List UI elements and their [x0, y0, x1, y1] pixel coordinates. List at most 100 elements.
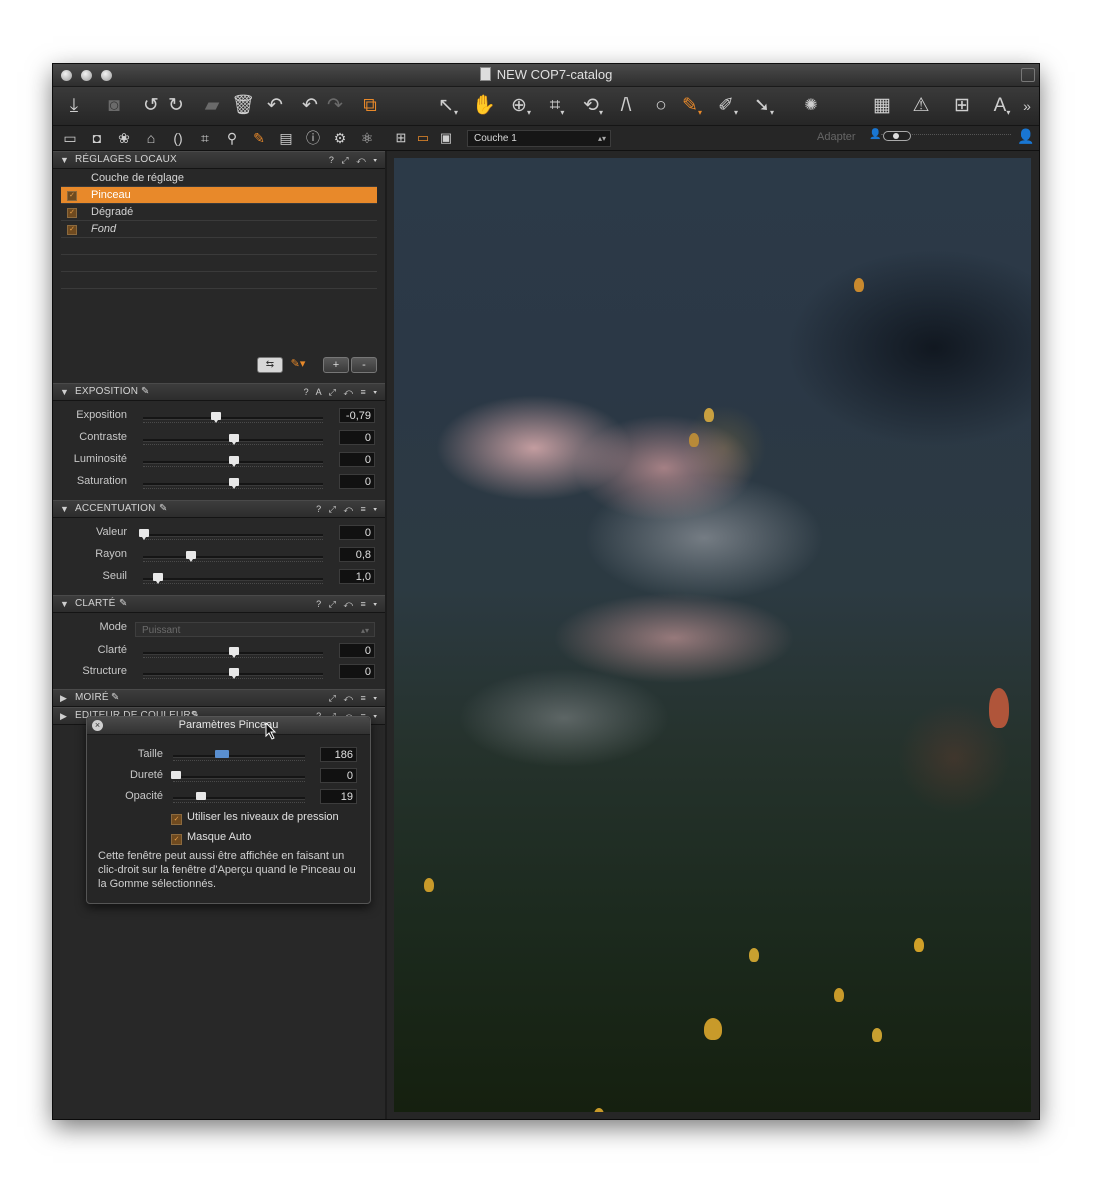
automask-checkbox-row[interactable]: ✓ Masque Auto [171, 830, 251, 845]
single-view-icon[interactable]: ▭ [415, 130, 431, 146]
value-field[interactable]: 0 [320, 768, 357, 783]
import-icon[interactable]: ⤓ [63, 95, 85, 117]
value-field[interactable]: 0 [339, 643, 375, 658]
proof-view-icon[interactable]: ▣ [438, 130, 454, 146]
adapter-label[interactable]: Adapter [817, 131, 856, 143]
slider-knob[interactable] [229, 456, 239, 467]
layer-row-degrade[interactable]: ✓ Dégradé [61, 204, 377, 221]
section-header-icons[interactable]: ⤢ ↶ ≡ ▾ [329, 690, 377, 706]
pan-hand-icon[interactable]: ✋▾ [471, 95, 497, 139]
value-field[interactable]: 19 [320, 789, 357, 804]
value-field[interactable]: 0,8 [339, 547, 375, 562]
crop-tab-icon[interactable]: ⌗ [196, 129, 214, 147]
brush-dropdown-icon[interactable]: ✎▾ [287, 357, 309, 371]
layer-select[interactable]: Couche 1 ▴▾ [467, 130, 611, 147]
variants-icon[interactable]: ⧉ [357, 95, 383, 117]
remove-layer-button[interactable]: - [351, 357, 377, 373]
checkbox[interactable]: ✓ [171, 834, 182, 845]
slider-track[interactable] [173, 797, 305, 800]
slider-knob[interactable] [214, 750, 229, 758]
picker-icon[interactable]: ➘▾ [751, 95, 777, 117]
add-layer-button[interactable]: + [323, 357, 349, 373]
multi-view-icon[interactable]: ⊞ [393, 130, 409, 146]
expand-triangle-icon[interactable]: ▶ [60, 708, 67, 724]
brush-icon[interactable]: ✎▾ [679, 95, 705, 117]
text-icon[interactable]: A▾ [991, 95, 1013, 117]
slider-track[interactable] [143, 417, 323, 420]
section-header-icons[interactable]: ? ⤢ ↶ ▾ [329, 152, 377, 168]
section-header-icons[interactable]: ? ⤢ ↶ ≡ ▾ [316, 596, 377, 612]
photo-preview[interactable] [394, 158, 1031, 1112]
layer-row-pinceau[interactable]: ✓ Pinceau [61, 187, 377, 204]
details-tab-icon[interactable]: ⚲ [223, 129, 241, 147]
checkbox[interactable]: ✓ [171, 814, 182, 825]
slider-knob[interactable] [229, 478, 239, 489]
moire-header[interactable]: ▶ MOIRÉ ✎ ⤢ ↶ ≡ ▾ [53, 689, 385, 707]
grid-overlay-icon[interactable]: ⊞ [951, 95, 973, 117]
keystone-icon[interactable]: /\ [616, 95, 636, 117]
value-field[interactable]: 0 [339, 664, 375, 679]
capture-tab-icon[interactable]: ◘ [88, 129, 106, 147]
section-header-icons[interactable]: ? ⤢ ↶ ≡ ▾ [316, 501, 377, 517]
eraser-icon[interactable]: ✐▾ [715, 95, 741, 117]
metadata-tab-icon[interactable]: ⓘ [304, 129, 322, 147]
warning-icon[interactable]: ⚠ [910, 95, 932, 117]
value-field[interactable]: 0 [339, 430, 375, 445]
slider-track[interactable] [173, 755, 305, 758]
grid-layout-icon[interactable]: ▦ [871, 95, 893, 117]
close-window-button[interactable] [61, 70, 72, 81]
slider-track[interactable] [143, 578, 323, 581]
local-adjustments-header[interactable]: ▼ RÉGLAGES LOCAUX ? ⤢ ↶ ▾ [53, 151, 385, 169]
slider-knob[interactable] [185, 551, 196, 562]
folder-icon[interactable]: ▰ [201, 95, 223, 117]
adjust-layers-icon[interactable]: ⇆ [257, 357, 283, 373]
layer-checkbox[interactable]: ✓ [67, 208, 77, 218]
slider-knob[interactable] [153, 573, 164, 584]
exposure-header[interactable]: ▼ EXPOSITION ✎ ? A ⤢ ↶ ≡ ▾ [53, 383, 385, 401]
slider-knob[interactable] [196, 792, 207, 800]
value-field[interactable]: 0 [339, 525, 375, 540]
slider-knob[interactable] [171, 771, 181, 779]
minimize-window-button[interactable] [81, 70, 92, 81]
expand-triangle-icon[interactable]: ▶ [60, 690, 67, 706]
local-adjustments-tab-icon[interactable]: ✎ [250, 129, 268, 147]
circle-icon[interactable]: ○ [651, 95, 671, 117]
fullscreen-icon[interactable] [1021, 68, 1035, 82]
collapse-triangle-icon[interactable]: ▼ [60, 384, 69, 400]
output-tab-icon[interactable]: ⚙ [331, 129, 349, 147]
trash-icon[interactable]: 🗑 [231, 95, 255, 117]
lens-tab-icon[interactable]: () [169, 129, 187, 147]
layer-checkbox[interactable]: ✓ [67, 225, 77, 235]
section-header-icons[interactable]: ? A ⤢ ↶ ≡ ▾ [304, 384, 377, 400]
value-field[interactable]: 0 [339, 452, 375, 467]
undo-icon[interactable]: ↶ [300, 95, 320, 117]
slider-track[interactable] [143, 534, 323, 537]
layer-row-fond[interactable]: ✓ Fond [61, 221, 377, 238]
slider-knob[interactable] [883, 131, 911, 141]
slider-track[interactable] [173, 776, 305, 779]
slider-knob[interactable] [229, 668, 239, 679]
library-tab-icon[interactable]: ▭ [61, 129, 79, 147]
slider-knob[interactable] [211, 412, 221, 423]
layer-checkbox[interactable]: ✓ [67, 191, 77, 201]
slider-track[interactable] [143, 556, 323, 559]
rotate-icon[interactable]: ⟲▾ [580, 95, 606, 117]
clarity-mode-dropdown[interactable]: Puissant ▴▾ [135, 622, 375, 637]
clarity-header[interactable]: ▼ CLARTÉ ✎ ? ⤢ ↶ ≡ ▾ [53, 595, 385, 613]
zoom-window-button[interactable] [101, 70, 112, 81]
rotate-right-icon[interactable]: ↻ [166, 95, 186, 117]
exposure-tab-icon[interactable]: ⌂ [142, 129, 160, 147]
value-field[interactable]: 1,0 [339, 569, 375, 584]
sharpening-header[interactable]: ▼ ACCENTUATION ✎ ? ⤢ ↶ ≡ ▾ [53, 500, 385, 518]
close-panel-icon[interactable]: × [92, 720, 103, 731]
slider-knob[interactable] [229, 434, 239, 445]
rotate-left-icon[interactable]: ↺ [141, 95, 161, 117]
collapse-triangle-icon[interactable]: ▼ [60, 501, 69, 517]
pressure-checkbox-row[interactable]: ✓ Utiliser les niveaux de pression [171, 810, 339, 825]
redo-icon[interactable]: ↷ [325, 95, 345, 117]
slider-knob[interactable] [229, 647, 239, 658]
crop-icon[interactable]: ⌗▾ [544, 95, 570, 117]
value-field[interactable]: 0 [339, 474, 375, 489]
collapse-triangle-icon[interactable]: ▼ [60, 152, 69, 168]
brush-panel-titlebar[interactable]: × Paramètres Pinceau [87, 717, 370, 735]
